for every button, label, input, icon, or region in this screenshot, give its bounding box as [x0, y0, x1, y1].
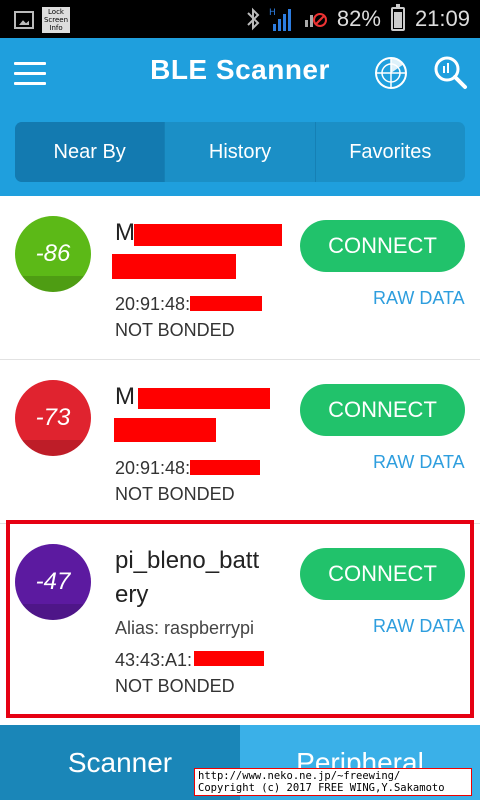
- bond-state: NOT BONDED: [115, 320, 235, 340]
- battery-percent: 82%: [336, 6, 381, 31]
- bluetooth-icon: [245, 7, 260, 31]
- rssi-badge: -73: [15, 380, 91, 456]
- battery-icon: [390, 4, 405, 31]
- radar-icon[interactable]: [374, 56, 408, 90]
- no-signal-icon: [303, 4, 327, 34]
- device-name: M: [115, 383, 135, 410]
- tab-favorites[interactable]: Favorites: [316, 122, 465, 182]
- device-address: 20:91:48:: [115, 458, 191, 478]
- redacted-name-block: [112, 254, 236, 279]
- highlight-box: [6, 520, 474, 718]
- rssi-badge: -86: [15, 216, 91, 292]
- redacted-address-block: [190, 460, 260, 475]
- app-title: BLE Scanner: [150, 54, 330, 85]
- tab-near-by[interactable]: Near By: [15, 122, 166, 182]
- device-name: M: [115, 219, 135, 246]
- search-icon[interactable]: [432, 54, 468, 90]
- watermark-url: http://www.neko.ne.jp/~freewing/: [198, 770, 401, 782]
- copyright-watermark: http://www.neko.ne.jp/~freewing/Copyrigh…: [194, 768, 472, 796]
- watermark-copyright: Copyright (c) 2017 FREE WING,Y.Sakamoto: [198, 782, 445, 794]
- tab-history[interactable]: History: [165, 122, 316, 182]
- app-bar: BLE Scanner Near By History Favorites: [0, 38, 480, 196]
- connect-button[interactable]: CONNECT: [300, 384, 465, 436]
- tab-bar: Near By History Favorites: [15, 122, 465, 182]
- device-row[interactable]: -86 M 20:91:48: NOT BONDED CONNECT RAW D…: [0, 196, 480, 360]
- connect-button[interactable]: CONNECT: [300, 220, 465, 272]
- redacted-name-block: [138, 388, 270, 409]
- lock-screen-info-text: Lock Screen Info: [43, 8, 69, 32]
- device-address: 20:91:48:: [115, 294, 191, 314]
- gallery-icon: [14, 11, 34, 29]
- clock: 21:09: [414, 6, 470, 31]
- redacted-address-block: [190, 296, 262, 311]
- status-bar: Lock Screen Info H 82% 21:09: [0, 0, 480, 38]
- raw-data-link[interactable]: RAW DATA: [373, 452, 465, 473]
- lock-screen-info-icon: Lock Screen Info: [42, 7, 70, 33]
- signal-strength-icon: H: [269, 6, 293, 32]
- network-type-label: H: [269, 8, 276, 18]
- device-row[interactable]: -73 M 20:91:48: NOT BONDED CONNECT RAW D…: [0, 360, 480, 524]
- redacted-name-block: [114, 418, 216, 442]
- bond-state: NOT BONDED: [115, 484, 235, 504]
- redacted-name-block: [134, 224, 282, 246]
- raw-data-link[interactable]: RAW DATA: [373, 288, 465, 309]
